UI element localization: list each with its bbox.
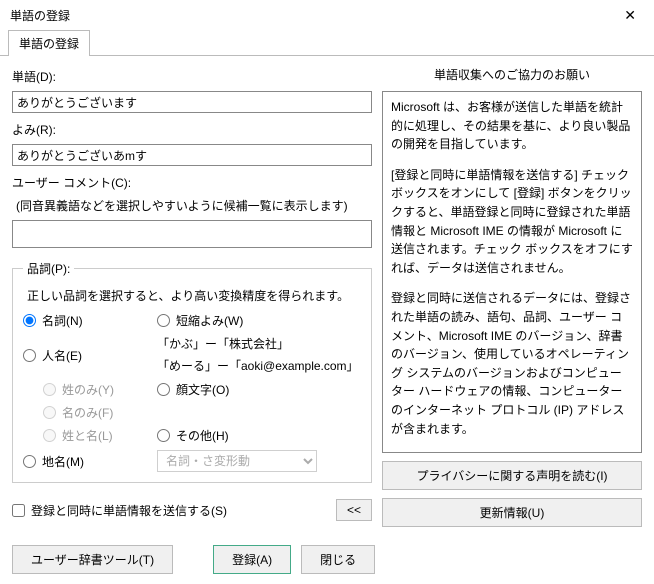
info-p1: Microsoft は、お客様が送信した単語を統計的に処理し、その結果を基に、よ… xyxy=(391,98,633,154)
radio-face[interactable]: 顔文字(O) xyxy=(157,381,357,398)
send-checkbox-label: 登録と同時に単語情報を送信する(S) xyxy=(31,502,227,519)
radio-other[interactable]: その他(H) xyxy=(157,427,357,444)
radio-place-label: 地名(M) xyxy=(42,453,84,470)
comment-label: ユーザー コメント(C): xyxy=(12,174,372,191)
radio-firstname: 名のみ(F) xyxy=(43,404,153,421)
close-button[interactable]: 閉じる xyxy=(301,545,375,574)
user-dict-tool-button[interactable]: ユーザー辞書ツール(T) xyxy=(12,545,173,574)
pos-other-select[interactable]: 名詞・さ変形動 xyxy=(157,450,317,472)
comment-input[interactable] xyxy=(12,220,372,248)
close-icon[interactable]: ✕ xyxy=(614,3,646,28)
send-checkbox[interactable] xyxy=(12,504,25,517)
radio-face-label: 顔文字(O) xyxy=(176,381,229,398)
radio-firstname-label: 名のみ(F) xyxy=(62,404,113,421)
tab-register-word[interactable]: 単語の登録 xyxy=(8,30,90,56)
collapse-button[interactable]: << xyxy=(336,499,372,521)
register-button[interactable]: 登録(A) xyxy=(213,545,291,574)
radio-other-label: その他(H) xyxy=(176,427,229,444)
radio-place[interactable]: 地名(M) xyxy=(23,453,153,470)
radio-surname: 姓のみ(Y) xyxy=(43,381,153,398)
info-p4: お客様特有の情報が収集されたデータに含まれることがあります。このような情報が存在… xyxy=(391,450,633,453)
privacy-button[interactable]: プライバシーに関する声明を読む(I) xyxy=(382,461,642,490)
radio-person[interactable]: 人名(E) xyxy=(23,347,153,364)
word-label: 単語(D): xyxy=(12,68,372,85)
radio-fullname: 姓と名(L) xyxy=(43,427,153,444)
comment-hint: (同音異義語などを選択しやすいように候補一覧に表示します) xyxy=(16,197,372,214)
info-p2: [登録と同時に単語情報を送信する] チェック ボックスをオンにして [登録] ボ… xyxy=(391,166,633,278)
radio-noun[interactable]: 名詞(N) xyxy=(23,312,153,329)
info-text-box: Microsoft は、お客様が送信した単語を統計的に処理し、その結果を基に、よ… xyxy=(382,91,642,453)
pos-legend: 品詞(P): xyxy=(23,260,74,277)
info-p3: 登録と同時に送信されるデータには、登録された単語の読み、語句、品詞、ユーザー コ… xyxy=(391,289,633,438)
pos-hint: 正しい品詞を選択すると、より高い変換精度を得られます。 xyxy=(27,287,361,304)
radio-fullname-label: 姓と名(L) xyxy=(62,427,113,444)
radio-person-label: 人名(E) xyxy=(42,347,82,364)
example-1: 「かぶ」ー「株式会社」 xyxy=(157,335,357,353)
radio-short-label: 短縮よみ(W) xyxy=(176,312,243,329)
radio-surname-label: 姓のみ(Y) xyxy=(62,381,114,398)
radio-short[interactable]: 短縮よみ(W) xyxy=(157,312,357,329)
example-2: 「めーる」ー「aoki@example.com」 xyxy=(157,357,357,375)
word-input[interactable] xyxy=(12,91,372,113)
info-heading: 単語収集へのご協力のお願い xyxy=(382,66,642,83)
update-info-button[interactable]: 更新情報(U) xyxy=(382,498,642,527)
reading-input[interactable] xyxy=(12,144,372,166)
radio-noun-label: 名詞(N) xyxy=(42,312,83,329)
reading-label: よみ(R): xyxy=(12,121,372,138)
window-title: 単語の登録 xyxy=(10,7,70,24)
